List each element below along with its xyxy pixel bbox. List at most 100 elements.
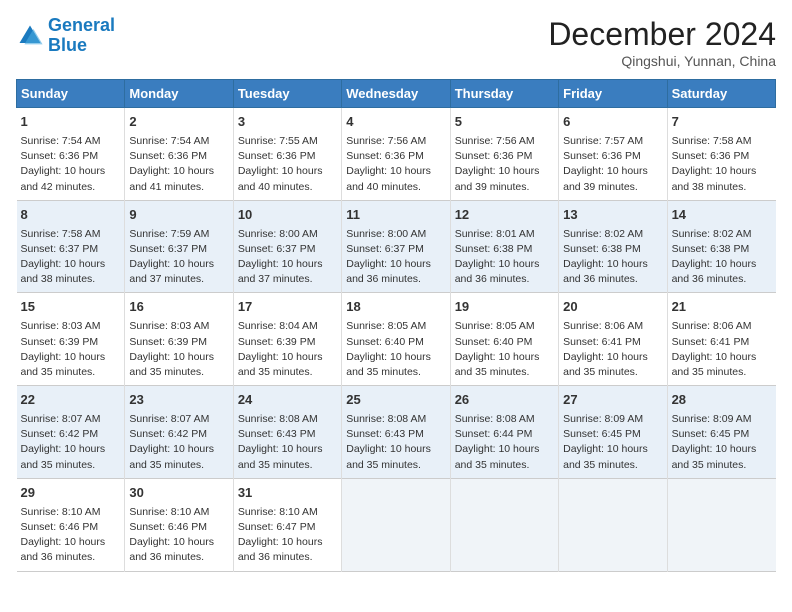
daylight-text: Daylight: 10 hours and 37 minutes. [129, 258, 214, 285]
calendar-cell: 16Sunrise: 8:03 AMSunset: 6:39 PMDayligh… [125, 293, 233, 386]
sunrise-text: Sunrise: 8:09 AM [672, 413, 752, 425]
day-number: 22 [21, 391, 121, 410]
daylight-text: Daylight: 10 hours and 35 minutes. [563, 351, 648, 378]
day-number: 16 [129, 298, 228, 317]
sunset-text: Sunset: 6:36 PM [672, 150, 750, 162]
day-number: 14 [672, 206, 772, 225]
day-number: 25 [346, 391, 445, 410]
sunrise-text: Sunrise: 7:56 AM [346, 135, 426, 147]
sunrise-text: Sunrise: 8:09 AM [563, 413, 643, 425]
header-friday: Friday [559, 80, 667, 108]
sunrise-text: Sunrise: 8:07 AM [129, 413, 209, 425]
week-row-3: 15Sunrise: 8:03 AMSunset: 6:39 PMDayligh… [17, 293, 776, 386]
day-number: 20 [563, 298, 662, 317]
day-number: 1 [21, 113, 121, 132]
calendar-cell [342, 478, 450, 571]
daylight-text: Daylight: 10 hours and 39 minutes. [563, 165, 648, 192]
header-saturday: Saturday [667, 80, 775, 108]
sunset-text: Sunset: 6:38 PM [455, 243, 533, 255]
sunrise-text: Sunrise: 8:08 AM [238, 413, 318, 425]
calendar-cell: 7Sunrise: 7:58 AMSunset: 6:36 PMDaylight… [667, 108, 775, 201]
logo-text: General Blue [48, 16, 115, 56]
day-number: 27 [563, 391, 662, 410]
header-tuesday: Tuesday [233, 80, 341, 108]
calendar-cell: 14Sunrise: 8:02 AMSunset: 6:38 PMDayligh… [667, 200, 775, 293]
sunrise-text: Sunrise: 7:57 AM [563, 135, 643, 147]
daylight-text: Daylight: 10 hours and 38 minutes. [672, 165, 757, 192]
daylight-text: Daylight: 10 hours and 37 minutes. [238, 258, 323, 285]
day-number: 18 [346, 298, 445, 317]
daylight-text: Daylight: 10 hours and 39 minutes. [455, 165, 540, 192]
sunset-text: Sunset: 6:40 PM [455, 336, 533, 348]
daylight-text: Daylight: 10 hours and 41 minutes. [129, 165, 214, 192]
calendar-cell: 29Sunrise: 8:10 AMSunset: 6:46 PMDayligh… [17, 478, 125, 571]
calendar-cell [559, 478, 667, 571]
calendar-cell: 8 Sunrise: 7:58 AM Sunset: 6:37 PM Daylight… [17, 200, 125, 293]
daylight-text: Daylight: 10 hours and 35 minutes. [129, 443, 214, 470]
calendar-cell: 6Sunrise: 7:57 AMSunset: 6:36 PMDaylight… [559, 108, 667, 201]
sunrise-text: Sunrise: 8:00 AM [346, 228, 426, 240]
calendar-cell [667, 478, 775, 571]
sunset-text: Sunset: 6:37 PM [346, 243, 424, 255]
day-number: 19 [455, 298, 554, 317]
sunrise-text: Sunrise: 8:05 AM [346, 320, 426, 332]
day-number: 3 [238, 113, 337, 132]
daylight-text: Daylight: 10 hours and 40 minutes. [346, 165, 431, 192]
sunset-text: Sunset: 6:47 PM [238, 521, 316, 533]
daylight-text: Daylight: 10 hours and 35 minutes. [455, 351, 540, 378]
daylight-text: Daylight: 10 hours and 35 minutes. [455, 443, 540, 470]
sunset-text: Sunset: 6:36 PM [346, 150, 424, 162]
sunrise-text: Sunrise: 7:54 AM [129, 135, 209, 147]
sunrise-text: Sunrise: 8:02 AM [563, 228, 643, 240]
calendar-cell: 17Sunrise: 8:04 AMSunset: 6:39 PMDayligh… [233, 293, 341, 386]
daylight-text: Daylight: 10 hours and 40 minutes. [238, 165, 323, 192]
daylight-text: Daylight: 10 hours and 35 minutes. [238, 351, 323, 378]
day-number: 7 [672, 113, 772, 132]
calendar-cell: 27Sunrise: 8:09 AMSunset: 6:45 PMDayligh… [559, 386, 667, 479]
calendar-cell: 5Sunrise: 7:56 AMSunset: 6:36 PMDaylight… [450, 108, 558, 201]
logo-icon [16, 22, 44, 50]
daylight-text: Daylight: 10 hours and 35 minutes. [238, 443, 323, 470]
daylight-text: Daylight: 10 hours and 36 minutes. [346, 258, 431, 285]
calendar-header-row: SundayMondayTuesdayWednesdayThursdayFrid… [17, 80, 776, 108]
sunrise-text: Sunrise: 7:58 AM [21, 228, 101, 240]
day-number: 5 [455, 113, 554, 132]
day-number: 2 [129, 113, 228, 132]
calendar-cell: 20Sunrise: 8:06 AMSunset: 6:41 PMDayligh… [559, 293, 667, 386]
day-number: 12 [455, 206, 554, 225]
day-number: 28 [672, 391, 772, 410]
sunset-text: Sunset: 6:46 PM [21, 521, 99, 533]
daylight-text: Daylight: 10 hours and 38 minutes. [21, 258, 106, 285]
week-row-5: 29Sunrise: 8:10 AMSunset: 6:46 PMDayligh… [17, 478, 776, 571]
calendar-cell: 1Sunrise: 7:54 AMSunset: 6:36 PMDaylight… [17, 108, 125, 201]
sunset-text: Sunset: 6:37 PM [238, 243, 316, 255]
day-number: 13 [563, 206, 662, 225]
sunrise-text: Sunrise: 8:05 AM [455, 320, 535, 332]
daylight-text: Daylight: 10 hours and 35 minutes. [21, 443, 106, 470]
sunrise-text: Sunrise: 8:08 AM [455, 413, 535, 425]
sunrise-text: Sunrise: 8:10 AM [238, 506, 318, 518]
header-thursday: Thursday [450, 80, 558, 108]
calendar-cell: 25Sunrise: 8:08 AMSunset: 6:43 PMDayligh… [342, 386, 450, 479]
sunrise-text: Sunrise: 8:10 AM [21, 506, 101, 518]
daylight-text: Daylight: 10 hours and 36 minutes. [21, 536, 106, 563]
day-number: 4 [346, 113, 445, 132]
daylight-text: Daylight: 10 hours and 35 minutes. [129, 351, 214, 378]
day-number: 8 [21, 206, 121, 225]
calendar-cell: 28Sunrise: 8:09 AMSunset: 6:45 PMDayligh… [667, 386, 775, 479]
calendar-cell: 13Sunrise: 8:02 AMSunset: 6:38 PMDayligh… [559, 200, 667, 293]
week-row-2: 8 Sunrise: 7:58 AM Sunset: 6:37 PM Daylight… [17, 200, 776, 293]
sunrise-text: Sunrise: 8:03 AM [129, 320, 209, 332]
sunset-text: Sunset: 6:38 PM [672, 243, 750, 255]
daylight-text: Daylight: 10 hours and 35 minutes. [21, 351, 106, 378]
sunset-text: Sunset: 6:37 PM [21, 243, 99, 255]
week-row-4: 22Sunrise: 8:07 AMSunset: 6:42 PMDayligh… [17, 386, 776, 479]
day-number: 21 [672, 298, 772, 317]
sunset-text: Sunset: 6:43 PM [238, 428, 316, 440]
day-number: 11 [346, 206, 445, 225]
sunrise-text: Sunrise: 7:56 AM [455, 135, 535, 147]
calendar-cell: 11 Sunrise: 8:00 AM Sunset: 6:37 PM Dayligh… [342, 200, 450, 293]
sunset-text: Sunset: 6:45 PM [672, 428, 750, 440]
sunset-text: Sunset: 6:36 PM [21, 150, 99, 162]
header-monday: Monday [125, 80, 233, 108]
